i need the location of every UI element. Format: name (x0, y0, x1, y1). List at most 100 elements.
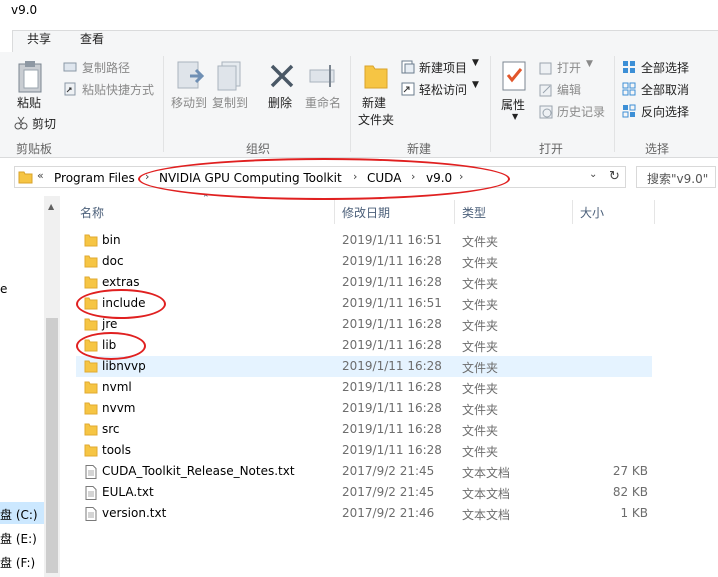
copy-path-button[interactable]: 复制路径 (82, 59, 130, 76)
open-icon (539, 62, 552, 75)
breadcrumb-separator[interactable]: › (353, 170, 357, 183)
folder-icon (84, 255, 98, 268)
column-header-date[interactable]: 修改日期 (342, 204, 390, 221)
column-divider[interactable] (334, 200, 335, 224)
file-row[interactable]: nvml 2019/1/11 16:28 文件夹 (76, 377, 652, 398)
clipboard-group-label: 剪贴板 (16, 142, 53, 156)
move-to-button[interactable]: 移动到 (171, 94, 207, 111)
column-header-size[interactable]: 大小 (580, 204, 604, 221)
select-none-icon (622, 82, 636, 96)
file-name: doc (102, 254, 124, 268)
breadcrumb-program-files[interactable]: Program Files (54, 171, 135, 185)
file-row[interactable]: tools 2019/1/11 16:28 文件夹 (76, 440, 652, 461)
chevron-down-icon[interactable]: ▼ (512, 112, 518, 121)
file-row[interactable]: jre 2019/1/11 16:28 文件夹 (76, 314, 652, 335)
search-placeholder: 搜索"v9.0" (647, 172, 709, 186)
breadcrumb-nvidia[interactable]: NVIDIA GPU Computing Toolkit (159, 171, 342, 185)
file-row[interactable]: bin 2019/1/11 16:51 文件夹 (76, 230, 652, 251)
select-none-button[interactable]: 全部取消 (641, 81, 689, 98)
active-tab-frame (12, 30, 718, 52)
file-date: 2019/1/11 16:28 (342, 317, 442, 331)
file-row[interactable]: include 2019/1/11 16:51 文件夹 (76, 293, 652, 314)
folder-icon (84, 402, 98, 415)
new-item-button[interactable]: 新建项目 (419, 59, 467, 76)
file-name: EULA.txt (102, 485, 154, 499)
copy-to-button[interactable]: 复制到 (212, 94, 248, 111)
new-group-label: 新建 (407, 142, 432, 156)
breadcrumb-v9[interactable]: v9.0 (426, 171, 452, 185)
file-date: 2017/9/2 21:46 (342, 506, 435, 520)
file-type: 文件夹 (462, 277, 499, 291)
edit-icon (539, 84, 552, 97)
file-type: 文本文档 (462, 508, 511, 522)
breadcrumb-separator[interactable]: › (459, 170, 463, 183)
file-name: libnvvp (102, 359, 146, 373)
properties-button[interactable]: 属性 (501, 96, 525, 113)
nav-scrollbar[interactable]: ▲ (44, 196, 60, 577)
scroll-up-icon[interactable]: ▲ (48, 202, 54, 211)
breadcrumb-separator[interactable]: › (145, 170, 149, 183)
copy-to-icon (217, 61, 241, 91)
text-file-icon (85, 507, 97, 521)
file-type: 文件夹 (462, 361, 499, 375)
file-name: tools (102, 443, 131, 457)
chevron-down-icon[interactable]: ⌄ (589, 169, 597, 180)
rename-button[interactable]: 重命名 (305, 94, 341, 111)
file-date: 2019/1/11 16:28 (342, 338, 442, 352)
paste-shortcut-icon (64, 82, 76, 96)
paste-button[interactable]: 粘贴 (17, 94, 41, 111)
column-header-name[interactable]: 名称 (80, 204, 104, 221)
nav-item-drive-e[interactable]: 盘 (E:) (0, 530, 37, 547)
chevron-down-icon[interactable]: ▼ (586, 59, 593, 69)
file-name: nvml (102, 380, 132, 394)
column-header-row: 名称 ⌃ 修改日期 类型 大小 (76, 194, 656, 224)
file-row[interactable]: src 2019/1/11 16:28 文件夹 (76, 419, 652, 440)
folder-icon (84, 276, 98, 289)
tab-share[interactable]: 共享 (27, 30, 51, 47)
delete-button[interactable]: 删除 (268, 94, 292, 111)
invert-selection-button[interactable]: 反向选择 (641, 103, 689, 120)
group-divider (350, 56, 351, 152)
cut-button[interactable]: 剪切 (32, 115, 56, 132)
tab-view[interactable]: 查看 (80, 30, 104, 47)
easy-access-button[interactable]: 轻松访问 (419, 81, 467, 98)
nav-item-truncated[interactable]: e (0, 282, 7, 296)
chevron-down-icon[interactable]: ▼ (472, 58, 479, 68)
overflow-chevron[interactable]: « (37, 169, 44, 182)
file-row[interactable]: nvvm 2019/1/11 16:28 文件夹 (76, 398, 652, 419)
nav-item-drive-f[interactable]: 盘 (F:) (0, 554, 35, 571)
group-divider (163, 56, 164, 152)
file-size: 82 KB (612, 485, 648, 499)
edit-button[interactable]: 编辑 (557, 81, 581, 98)
file-row[interactable]: CUDA_Toolkit_Release_Notes.txt 2017/9/2 2… (76, 461, 652, 482)
search-input[interactable]: 搜索"v9.0" (636, 166, 716, 188)
chevron-down-icon[interactable]: ▼ (472, 80, 479, 90)
file-row[interactable]: lib 2019/1/11 16:28 文件夹 (76, 335, 652, 356)
scrollbar-thumb[interactable] (46, 318, 58, 573)
column-header-type[interactable]: 类型 (462, 204, 486, 221)
select-all-button[interactable]: 全部选择 (641, 59, 689, 76)
column-divider[interactable] (572, 200, 573, 224)
open-button[interactable]: 打开 (557, 59, 581, 76)
history-button[interactable]: 历史记录 (557, 103, 605, 120)
refresh-icon[interactable]: ↻ (609, 169, 620, 184)
folder-icon (84, 297, 98, 310)
column-divider[interactable] (654, 200, 655, 224)
nav-item-drive-c[interactable]: 盘 (C:) (0, 506, 38, 523)
breadcrumb-cuda[interactable]: CUDA (367, 171, 401, 185)
file-type: 文件夹 (462, 256, 499, 270)
file-row[interactable]: EULA.txt 2017/9/2 21:45 文本文档 82 KB (76, 482, 652, 503)
column-divider[interactable] (454, 200, 455, 224)
group-divider (614, 56, 615, 152)
address-bar[interactable]: « Program Files › NVIDIA GPU Computing T… (14, 166, 626, 188)
new-folder-button-line2[interactable]: 文件夹 (358, 111, 394, 128)
file-row[interactable]: version.txt 2017/9/2 21:46 文本文档 1 KB (76, 503, 652, 524)
paste-shortcut-button[interactable]: 粘贴快捷方式 (82, 81, 154, 98)
file-row[interactable]: libnvvp 2019/1/11 16:28 文件夹 (76, 356, 652, 377)
invert-selection-icon (622, 104, 636, 118)
new-folder-button-line1[interactable]: 新建 (362, 94, 386, 111)
file-type: 文本文档 (462, 466, 511, 480)
breadcrumb-separator[interactable]: › (411, 170, 415, 183)
file-row[interactable]: doc 2019/1/11 16:28 文件夹 (76, 251, 652, 272)
file-row[interactable]: extras 2019/1/11 16:28 文件夹 (76, 272, 652, 293)
